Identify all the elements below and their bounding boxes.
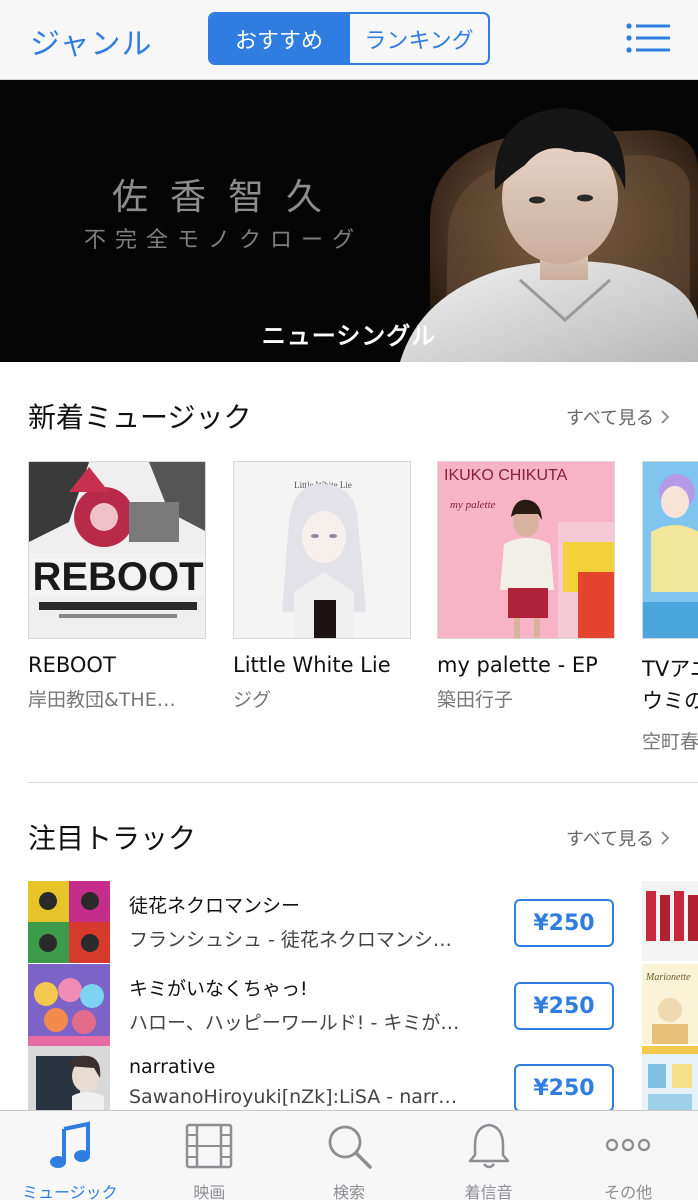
- film-icon: [186, 1123, 233, 1169]
- album-card[interactable]: REBOOT REBOOT 岸田教団&THE…: [28, 461, 206, 712]
- track-subtitle: フランシュシュ - 徒花ネクロマンシ…: [129, 929, 452, 951]
- tab-movies[interactable]: 映画: [140, 1111, 280, 1200]
- music-note-icon: [49, 1121, 90, 1168]
- track-title: narrative: [129, 1056, 216, 1078]
- album-card[interactable]: Little White Lie Little White Lie ジグ: [233, 461, 411, 712]
- album-title-line-2: ウミの: [642, 689, 698, 713]
- track-artwork-next-column[interactable]: [642, 881, 698, 961]
- album-cover-text: IKUKO CHIKUTA: [444, 467, 568, 484]
- album-cover: REBOOT: [28, 461, 206, 639]
- tab-ringtones[interactable]: 着信音: [419, 1111, 559, 1200]
- album-artist: 空町春: [642, 731, 698, 753]
- track-subtitle: SawanoHiroyuki[nZk]:LiSA - narr…: [129, 1086, 458, 1108]
- track-title: キミがいなくちゃっ!: [129, 978, 308, 1000]
- genre-button[interactable]: ジャンル: [30, 19, 153, 63]
- banner-artist-name: 佐香智久: [112, 177, 345, 218]
- new-music-header: 新着ミュージック すべて見る: [28, 396, 670, 440]
- segment-ranking[interactable]: ランキング: [348, 14, 488, 63]
- search-icon: [328, 1125, 372, 1169]
- track-artwork: [28, 964, 110, 1046]
- price-button[interactable]: ¥250: [514, 1064, 614, 1112]
- track-title: 徒花ネクロマンシー: [129, 895, 301, 917]
- segment-recommended[interactable]: おすすめ: [210, 14, 348, 63]
- more-icon: [605, 1138, 651, 1152]
- price-button[interactable]: ¥250: [514, 982, 614, 1030]
- track-row[interactable]: キミがいなくちゃっ! ハロー、ハッピーワールド! - キミが… ¥250: [28, 964, 614, 1046]
- banner-album-title: 不完全モノクローグ: [84, 228, 364, 253]
- album-title: REBOOT: [28, 653, 116, 677]
- section-divider: [28, 782, 698, 783]
- track-row[interactable]: 徒花ネクロマンシー フランシュシュ - 徒花ネクロマンシ… ¥250: [28, 881, 614, 963]
- track-artwork: [28, 881, 110, 963]
- tab-label: ミュージック: [21, 1183, 118, 1200]
- bell-icon: [468, 1123, 509, 1169]
- album-artist: 岸田教団&THE…: [28, 689, 176, 711]
- tab-search[interactable]: 検索: [279, 1111, 419, 1200]
- track-subtitle: ハロー、ハッピーワールド! - キミが…: [129, 1012, 460, 1034]
- album-cover-text: REBOOT: [32, 555, 203, 599]
- tab-label: その他: [604, 1183, 653, 1200]
- album-artist: 築田行子: [437, 689, 514, 711]
- album-card[interactable]: IKUKO CHIKUTA my palette my palette - EP…: [437, 461, 615, 712]
- banner-caption: ニューシングル: [261, 322, 437, 350]
- see-all-featured-tracks[interactable]: すべて見る: [566, 825, 670, 851]
- featured-tracks-header: 注目トラック すべて見る: [28, 817, 670, 861]
- album-title: my palette - EP: [437, 653, 598, 677]
- tab-label: 映画: [193, 1183, 226, 1200]
- top-navigation-bar: ジャンル おすすめ ランキング: [0, 0, 698, 80]
- section-title-new-music: 新着ミュージック: [28, 401, 252, 434]
- album-title: TVアニ: [642, 657, 698, 681]
- album-card[interactable]: TVアニ ウミの 空町春: [642, 461, 698, 754]
- svg-text:my palette: my palette: [450, 499, 496, 511]
- album-cover: IKUKO CHIKUTA my palette: [437, 461, 615, 639]
- see-all-new-music[interactable]: すべて見る: [566, 404, 670, 430]
- tab-music[interactable]: ミュージック: [0, 1111, 140, 1200]
- list-icon[interactable]: [626, 22, 670, 54]
- bottom-tab-bar: ミュージック 映画 検索 着信音 その他: [0, 1110, 698, 1200]
- chevron-right-icon: [661, 410, 670, 424]
- track-artwork-next-column[interactable]: Marionette: [642, 964, 698, 1044]
- featured-banner[interactable]: 佐香智久 不完全モノクローグ ニューシングル: [0, 80, 698, 362]
- album-cover: [642, 461, 698, 639]
- tab-label: 検索: [332, 1183, 365, 1200]
- album-title: Little White Lie: [233, 653, 391, 677]
- see-all-label: すべて見る: [565, 829, 654, 850]
- price-button[interactable]: ¥250: [514, 899, 614, 947]
- section-title-featured-tracks: 注目トラック: [28, 822, 197, 855]
- chevron-right-icon: [661, 831, 670, 845]
- tab-more[interactable]: その他: [558, 1111, 698, 1200]
- segmented-control: おすすめ ランキング: [208, 12, 490, 65]
- album-cover: Little White Lie: [233, 461, 411, 639]
- album-artist: ジグ: [233, 689, 272, 711]
- tab-label: 着信音: [464, 1183, 513, 1200]
- see-all-label: すべて見る: [565, 408, 654, 429]
- svg-text:Marionette: Marionette: [645, 972, 691, 983]
